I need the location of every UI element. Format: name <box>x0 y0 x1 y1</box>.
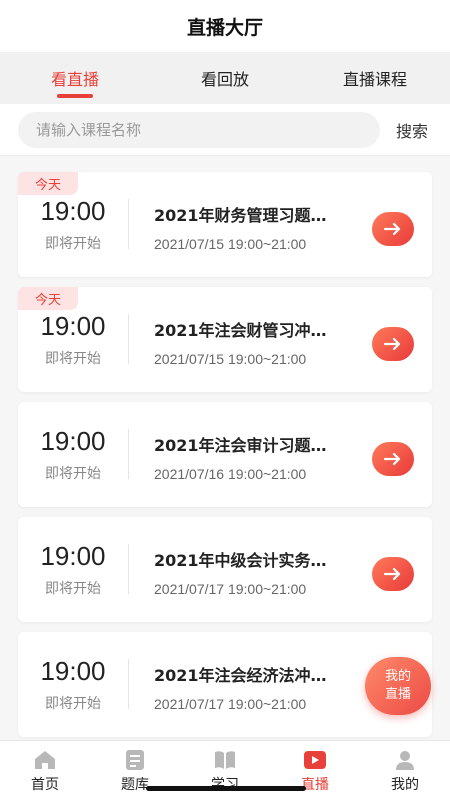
status-text: 即将开始 <box>45 236 101 252</box>
status-text: 即将开始 <box>45 581 101 597</box>
divider <box>128 314 129 364</box>
arrow-right-icon <box>384 222 401 236</box>
home-indicator <box>146 786 306 791</box>
time-column: 19:00 即将开始 <box>18 632 128 737</box>
tab-label: 直播课程 <box>342 70 407 89</box>
tabbar-label: 题库 <box>121 777 149 793</box>
my-live-floating-button[interactable]: 我的 直播 <box>365 657 431 715</box>
home-icon <box>33 749 57 771</box>
status-text: 即将开始 <box>45 696 101 712</box>
course-title: 2021年注会财管习冲… <box>154 321 327 340</box>
course-card[interactable]: 19:00 即将开始 2021年中级会计实务… 2021/07/17 19:00… <box>18 517 432 622</box>
fab-label-line1: 我的 <box>384 669 411 684</box>
bottom-tab-bar: 首页 题库 学习 直播 我的 <box>0 740 450 800</box>
course-list: 19:00 即将开始 今天 2021年财务管理习题… 2021/07/15 19… <box>18 172 432 747</box>
tab-replay[interactable]: 看回放 <box>150 52 300 104</box>
course-title: 2021年中级会计实务… <box>154 551 327 570</box>
live-play-icon <box>303 749 327 771</box>
divider <box>128 429 129 479</box>
divider <box>128 544 129 594</box>
start-time: 19:00 <box>40 426 106 456</box>
profile-icon <box>393 749 417 771</box>
tab-live-courses[interactable]: 直播课程 <box>300 52 450 104</box>
fab-label-line2: 直播 <box>384 687 411 702</box>
course-datetime: 2021/07/17 19:00~21:00 <box>154 581 307 597</box>
time-column: 19:00 即将开始 <box>18 402 128 507</box>
search-bar: 搜索 <box>0 104 450 156</box>
tabbar-item-mine[interactable]: 我的 <box>360 741 450 800</box>
course-datetime: 2021/07/17 19:00~21:00 <box>154 696 307 712</box>
header: 直播大厅 <box>0 0 450 52</box>
course-datetime: 2021/07/15 19:00~21:00 <box>154 236 307 252</box>
course-card[interactable]: 19:00 即将开始 今天 2021年财务管理习题… 2021/07/15 19… <box>18 172 432 277</box>
tab-label: 看回放 <box>200 70 249 89</box>
course-datetime: 2021/07/16 19:00~21:00 <box>154 466 307 482</box>
search-input[interactable] <box>18 111 380 148</box>
course-title: 2021年财务管理习题… <box>154 206 327 225</box>
enter-live-button[interactable] <box>372 442 414 476</box>
arrow-right-icon <box>384 337 401 351</box>
time-column: 19:00 即将开始 <box>18 517 128 622</box>
status-text: 即将开始 <box>45 351 101 367</box>
tabbar-item-home[interactable]: 首页 <box>0 741 90 800</box>
today-badge: 今天 <box>18 172 78 195</box>
divider <box>128 659 129 709</box>
start-time: 19:00 <box>40 541 106 571</box>
tabbar-label: 首页 <box>31 777 59 793</box>
active-tab-indicator <box>57 94 93 98</box>
start-time: 19:00 <box>40 311 106 341</box>
tab-label: 看直播 <box>50 70 99 89</box>
search-button[interactable]: 搜索 <box>396 118 428 142</box>
tabbar-label: 我的 <box>391 777 419 793</box>
tabbar-item-live[interactable]: 直播 <box>270 741 360 800</box>
book-icon <box>213 749 237 771</box>
course-datetime: 2021/07/15 19:00~21:00 <box>154 351 307 367</box>
start-time: 19:00 <box>40 196 106 226</box>
enter-live-button[interactable] <box>372 557 414 591</box>
page-title: 直播大厅 <box>186 16 263 39</box>
arrow-right-icon <box>384 567 401 581</box>
arrow-right-icon <box>384 452 401 466</box>
tabbar-item-study[interactable]: 学习 <box>180 741 270 800</box>
tabbar-label: 学习 <box>211 777 239 793</box>
today-badge: 今天 <box>18 287 78 310</box>
tab-watch-live[interactable]: 看直播 <box>0 52 150 104</box>
course-title: 2021年注会审计习题… <box>154 436 327 455</box>
enter-live-button[interactable] <box>372 212 414 246</box>
enter-live-button[interactable] <box>372 327 414 361</box>
tabbar-item-question-bank[interactable]: 题库 <box>90 741 180 800</box>
course-title: 2021年注会经济法冲… <box>154 666 327 685</box>
divider <box>128 199 129 249</box>
course-card[interactable]: 19:00 即将开始 2021年注会审计习题… 2021/07/16 19:00… <box>18 402 432 507</box>
course-card[interactable]: 19:00 即将开始 今天 2021年注会财管习冲… 2021/07/15 19… <box>18 287 432 392</box>
status-text: 即将开始 <box>45 466 101 482</box>
top-tabs: 看直播 看回放 直播课程 <box>0 52 450 104</box>
question-bank-icon <box>123 749 147 771</box>
tabbar-label: 直播 <box>301 777 329 793</box>
start-time: 19:00 <box>40 656 106 686</box>
